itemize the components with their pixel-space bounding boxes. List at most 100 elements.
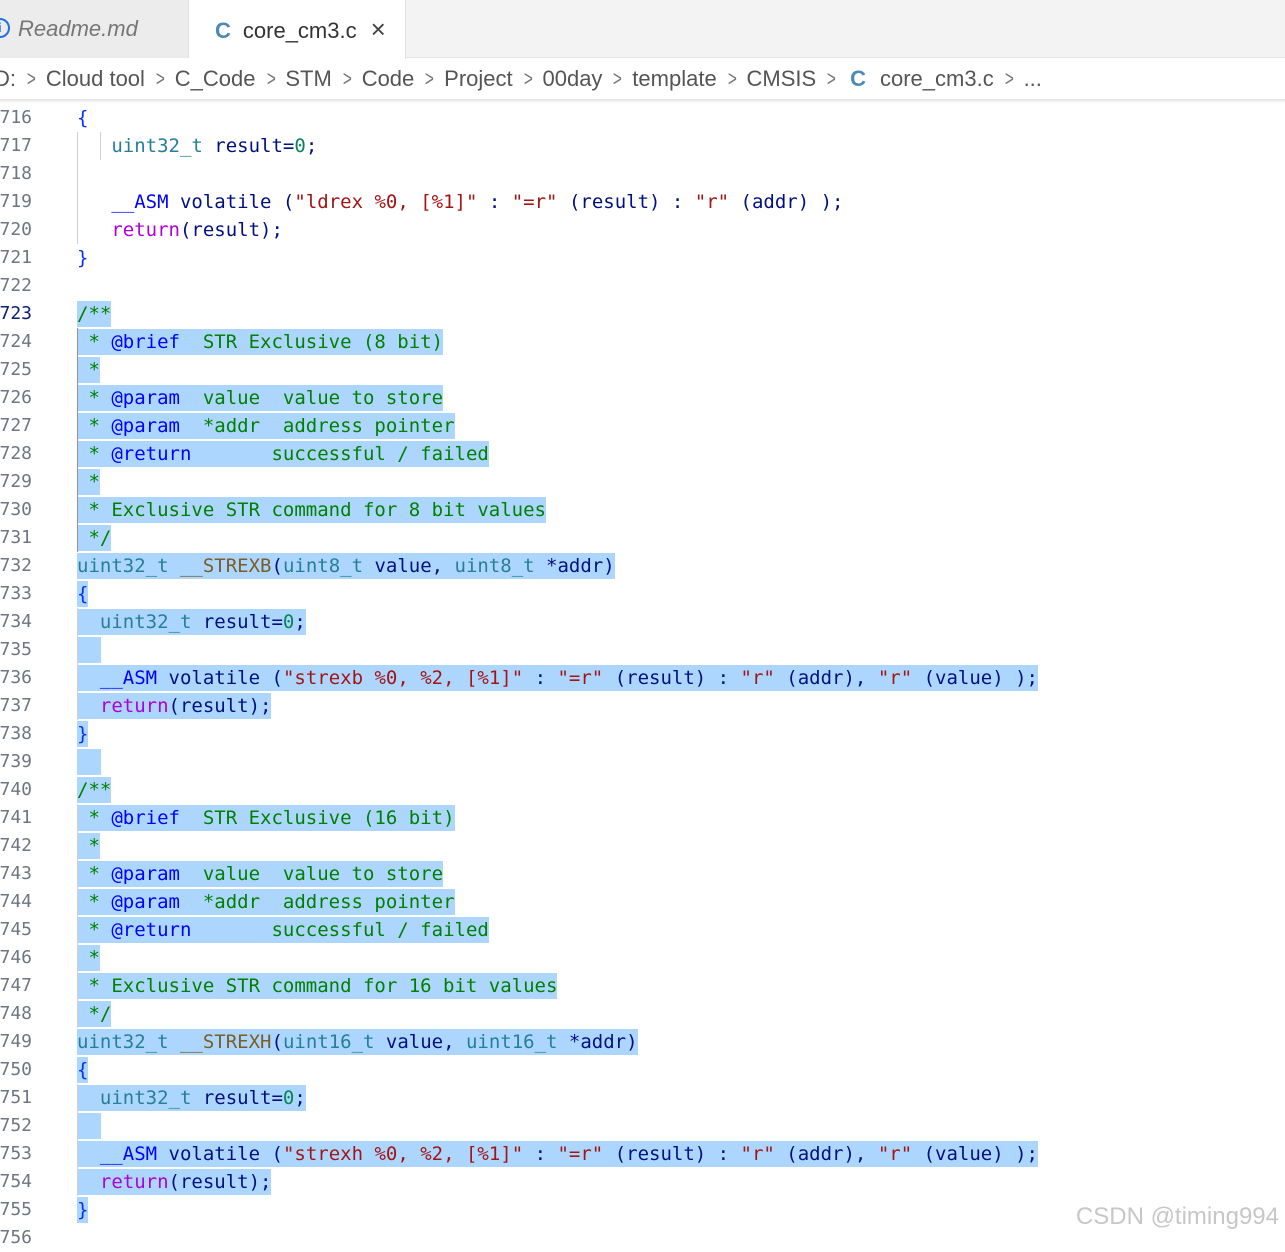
tab-readme[interactable]: Readme.md [0, 0, 189, 58]
code-line[interactable]: 745 * @return successful / failed [0, 916, 1285, 944]
close-icon[interactable]: × [371, 0, 386, 58]
code-line[interactable]: 726 * @param value value to store [0, 384, 1285, 412]
code-line[interactable]: 730 * Exclusive STR command for 8 bit va… [0, 496, 1285, 524]
code-line[interactable]: 729 * [0, 468, 1285, 496]
code-text: { [77, 1057, 89, 1083]
code-text: * @param *addr address pointer [77, 413, 455, 439]
code-text: /** [77, 301, 112, 327]
code-line[interactable]: 725 * [0, 356, 1285, 384]
chevron-right-icon: > [1004, 66, 1014, 91]
chevron-right-icon: > [727, 66, 737, 91]
code-line[interactable]: 728 * @return successful / failed [0, 440, 1285, 468]
code-line[interactable]: 731 */ [0, 524, 1285, 552]
tab-bar: Readme.md Ccore_cm3.c × [0, 0, 1285, 59]
code-line[interactable]: 735 [0, 636, 1285, 664]
code-line[interactable]: 747 * Exclusive STR command for 16 bit v… [0, 972, 1285, 1000]
line-number: 724 [0, 331, 32, 352]
code-line[interactable]: 727 * @param *addr address pointer [0, 412, 1285, 440]
breadcrumb-item[interactable]: template [632, 66, 716, 91]
code-line[interactable]: 743 * @param value value to store [0, 860, 1285, 888]
code-text: * Exclusive STR command for 8 bit values [77, 497, 546, 523]
code-line[interactable]: 733 { [0, 580, 1285, 608]
code-line[interactable]: 734 uint32_t result=0; [0, 608, 1285, 636]
line-number: 737 [0, 695, 32, 716]
code-line[interactable]: 750 { [0, 1056, 1285, 1084]
code-text: uint32_t result=0; [77, 1085, 306, 1111]
code-line[interactable]: 742 * [0, 832, 1285, 860]
code-line[interactable]: 732 uint32_t __STREXB(uint8_t value, uint… [0, 552, 1285, 580]
indent-guide [77, 328, 78, 552]
chevron-right-icon: > [425, 66, 435, 91]
line-number: 740 [0, 779, 32, 800]
code-text: * Exclusive STR command for 16 bit value… [77, 973, 558, 999]
code-line[interactable]: 724 * @brief STR Exclusive (8 bit) [0, 328, 1285, 356]
code-text: * @brief STR Exclusive (16 bit) [77, 805, 455, 831]
code-text: * @param value value to store [77, 861, 444, 887]
code-text: */ [77, 525, 112, 551]
code-text-empty [77, 749, 101, 775]
line-number: 747 [0, 975, 32, 996]
code-line[interactable]: 738} [0, 720, 1285, 748]
line-number: 743 [0, 863, 32, 884]
breadcrumb-item[interactable]: C_Code [175, 66, 256, 91]
code-line[interactable]: 722 [0, 272, 1285, 300]
line-number: 716 [0, 107, 32, 128]
line-number: 748 [0, 1003, 32, 1024]
c-file-icon: C [215, 18, 231, 43]
indent-guide [77, 608, 78, 720]
breadcrumb-item[interactable]: STM [285, 66, 331, 91]
line-number: 746 [0, 947, 32, 968]
breadcrumb-item[interactable]: D: [0, 66, 16, 91]
code-line[interactable]: 737 return(result); [0, 692, 1285, 720]
code-line[interactable]: 740 /** [0, 776, 1285, 804]
breadcrumb-item[interactable]: Cloud tool [46, 66, 145, 91]
code-text-empty [77, 637, 101, 663]
chevron-right-icon: > [26, 66, 36, 91]
tab-core-cm3[interactable]: Ccore_cm3.c × [189, 0, 406, 59]
line-number: 738 [0, 723, 32, 744]
code-line[interactable]: 741 * @brief STR Exclusive (16 bit) [0, 804, 1285, 832]
code-line[interactable]: 717 uint32_t result=0; [0, 132, 1285, 160]
code-line[interactable]: 754 return(result); [0, 1168, 1285, 1196]
code-line[interactable]: 719 __ASM volatile ("ldrex %0, [%1]" : "… [0, 188, 1285, 216]
code-text: { [77, 581, 89, 607]
line-number: 733 [0, 583, 32, 604]
indent-guide [77, 132, 78, 244]
code-line[interactable]: 752 [0, 1112, 1285, 1140]
code-line[interactable]: 716 { [0, 104, 1285, 132]
code-text: __ASM volatile ("strexb %0, %2, [%1]" : … [77, 665, 1038, 691]
code-line[interactable]: 723 /** [0, 300, 1285, 328]
code-text: * @param *addr address pointer [77, 889, 455, 915]
line-number: 752 [0, 1115, 32, 1136]
breadcrumb-item[interactable]: Code [362, 66, 415, 91]
code-text: /** [77, 777, 112, 803]
line-number: 734 [0, 611, 32, 632]
code-text: { [77, 107, 89, 129]
breadcrumb-file[interactable]: core_cm3.c [880, 66, 994, 91]
code-text: uint32_t __STREXH(uint16_t value, uint16… [77, 1029, 638, 1055]
chevron-right-icon: > [266, 66, 276, 91]
code-line[interactable]: 718 [0, 160, 1285, 188]
code-editor[interactable]: 716 {717 uint32_t result=0; 718 719 __ASM v… [0, 104, 1285, 1248]
code-line[interactable]: 721} [0, 244, 1285, 272]
code-line[interactable]: 744 * @param *addr address pointer [0, 888, 1285, 916]
code-line[interactable]: 720 return(result); [0, 216, 1285, 244]
line-number: 756 [0, 1227, 32, 1248]
line-number: 753 [0, 1143, 32, 1164]
code-line[interactable]: 749 uint32_t __STREXH(uint16_t value, uin… [0, 1028, 1285, 1056]
code-text: uint32_t result=0; [111, 135, 318, 157]
breadcrumb-item[interactable]: CMSIS [747, 66, 817, 91]
code-line[interactable]: 746 * [0, 944, 1285, 972]
line-number: 754 [0, 1171, 32, 1192]
code-line[interactable]: 736 __ASM volatile ("strexb %0, %2, [%1]… [0, 664, 1285, 692]
breadcrumb-item[interactable]: Project [444, 66, 512, 91]
code-text: * @param value value to store [77, 385, 444, 411]
code-line[interactable]: 753 __ASM volatile ("strexh %0, %2, [%1]… [0, 1140, 1285, 1168]
line-number: 719 [0, 191, 32, 212]
code-text: } [77, 721, 89, 747]
code-line[interactable]: 748 */ [0, 1000, 1285, 1028]
breadcrumb-more[interactable]: ... [1024, 66, 1042, 91]
code-line[interactable]: 751 uint32_t result=0; [0, 1084, 1285, 1112]
breadcrumb-item[interactable]: 00day [542, 66, 602, 91]
code-line[interactable]: 739 [0, 748, 1285, 776]
